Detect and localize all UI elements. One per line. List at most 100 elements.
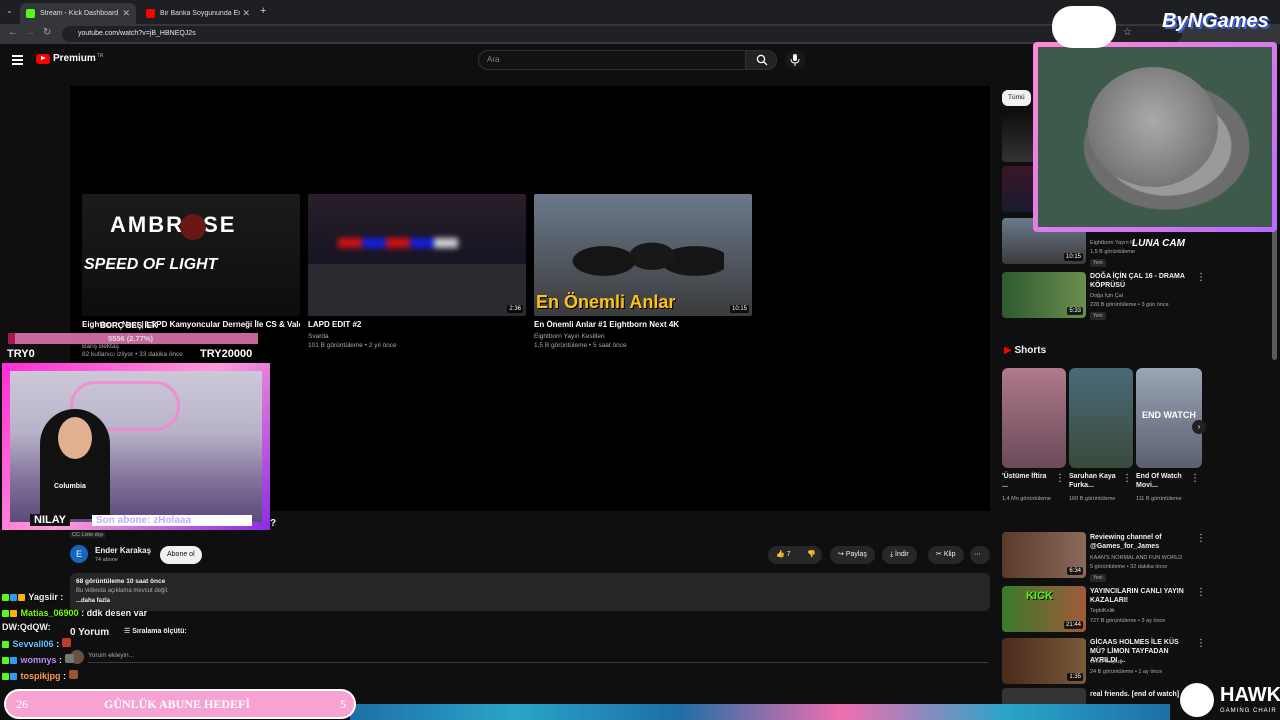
more-options-icon[interactable]: ⋮ <box>1196 587 1206 598</box>
pet-cam-frame <box>1033 42 1277 232</box>
donation-goal-min: TRY0 <box>7 348 35 360</box>
police-lights <box>338 238 458 248</box>
search-button[interactable] <box>745 50 777 70</box>
related-title[interactable]: YAYINCILARIN CANLI YAYIN KAZALARI! <box>1090 587 1195 605</box>
video-title: ? <box>270 518 277 529</box>
video-duration: 2:36 <box>507 305 523 313</box>
kick-favicon-icon <box>26 9 35 18</box>
filter-chip-all[interactable]: Tümü <box>1002 90 1031 106</box>
endscreen-video-3[interactable]: En Önemli Anlar 10:15 <box>534 194 752 316</box>
related-thumb[interactable]: 1:35 <box>1002 638 1086 684</box>
short-thumb[interactable] <box>1002 368 1066 468</box>
more-options-icon[interactable]: ⋮ <box>1055 473 1065 484</box>
related-meta: 1,5 B görüntüleme <box>1090 249 1135 255</box>
more-options-icon[interactable]: ⋮ <box>1196 272 1206 283</box>
sponsor-logo: HAWK <box>1220 684 1280 706</box>
cat-ears-decor <box>1052 6 1116 48</box>
more-options-icon[interactable]: ⋮ <box>1196 638 1206 649</box>
thumb-text: SPEED OF LIGHT <box>84 256 218 273</box>
donation-goal-fill <box>8 333 15 344</box>
street <box>308 264 526 316</box>
related-channel: TepkiKolik <box>1090 608 1115 614</box>
related-thumb[interactable]: 5:33 <box>1002 272 1086 318</box>
more-options-icon[interactable]: ⋮ <box>1190 473 1200 484</box>
short-thumb[interactable] <box>1069 368 1133 468</box>
url-field[interactable]: youtube.com/watch?v=jB_HBNEQJ2s <box>62 26 1182 42</box>
browser-tab-youtube[interactable]: Bir Banka Soygununda En Fazla ✕ <box>140 3 256 24</box>
share-icon: ↪ <box>838 551 846 558</box>
endscreen-meta: 101 B görüntüleme • 2 yıl önce <box>308 342 397 349</box>
share-button[interactable]: ↪ Paylaş <box>830 546 875 564</box>
related-thumb[interactable]: KICK 21:44 <box>1002 586 1086 632</box>
sub-goal-label: GÜNLÜK ABUNE HEDEFİ <box>104 697 251 711</box>
description-more[interactable]: ...daha fazla <box>76 598 110 604</box>
endscreen-video-1[interactable]: AMBROSE SPEED OF LIGHT <box>82 194 300 316</box>
related-meta: 24 B görüntüleme • 1 ay önce <box>1090 669 1163 675</box>
like-button[interactable]: 👍 7 👎 <box>768 546 822 564</box>
subscriber-count: 74 abone <box>95 557 118 563</box>
download-button[interactable]: ⤓ İndir <box>882 546 917 564</box>
overlay-bottom-strip <box>350 704 1170 720</box>
kick-badge-icon <box>2 641 9 648</box>
cat-figure <box>1088 67 1218 187</box>
close-tab-icon[interactable]: ✕ <box>242 8 250 19</box>
related-title[interactable]: Reviewing channel of @Games_for_James <box>1090 533 1195 551</box>
browser-tab-kick[interactable]: Stream - Kick Dashboard ✕ <box>20 3 136 24</box>
hawk-logo <box>1180 683 1214 717</box>
kick-badge-icon <box>2 594 9 601</box>
sort-button[interactable]: ☰ Sıralama ölçütü: <box>124 627 187 635</box>
thumbs-down-icon[interactable]: 👎 <box>807 546 816 564</box>
description-text: Bu videoda açıklama mevcut değil. <box>76 588 169 594</box>
tab-list-chevron-icon[interactable]: ⌄ <box>6 6 13 15</box>
more-options-icon[interactable]: ⋮ <box>1122 473 1132 484</box>
description-box[interactable] <box>70 573 990 611</box>
brand-logo: ByNGames <box>1162 10 1269 32</box>
more-options-icon[interactable]: ⋮ <box>1196 533 1206 544</box>
close-tab-icon[interactable]: ✕ <box>122 8 130 19</box>
unlisted-tag: CC Liste dışı <box>70 532 106 538</box>
emote-icon <box>64 654 74 663</box>
subscribe-button[interactable]: Abone ol <box>160 546 202 564</box>
kick-badge-icon <box>2 657 9 664</box>
youtube-premium-logo[interactable]: Premium TR <box>36 53 103 64</box>
related-meta: 727 B görüntüleme • 3 ay önce <box>1090 618 1166 624</box>
endscreen-title[interactable]: LAPD EDIT #2 <box>308 320 528 329</box>
new-tab-button[interactable]: + <box>260 5 266 17</box>
chat-message: tospikjpg : <box>2 670 78 681</box>
shorts-heading: ▶ Shorts <box>1004 345 1047 356</box>
related-channel: KAAN'S NORMAL AND FUN WORLD <box>1090 555 1183 561</box>
related-thumb[interactable]: 6:34 <box>1002 532 1086 578</box>
voice-search-button[interactable] <box>785 50 805 70</box>
last-subscriber: Son abone: zHolaaa <box>92 515 252 526</box>
short-views: 111 B görüntüleme <box>1136 496 1182 502</box>
related-title[interactable]: DOĞA İÇİN ÇAL 16 - DRAMA KÖPRÜSÜ <box>1090 272 1195 290</box>
webcam-frame: Columbia <box>2 363 270 530</box>
menu-icon[interactable] <box>12 55 23 67</box>
forward-icon[interactable]: → <box>25 27 35 38</box>
endscreen-channel: Svarda <box>308 333 329 340</box>
short-thumb[interactable]: END WATCH <box>1136 368 1202 468</box>
description-stats: 68 görüntüleme 10 saat önce <box>76 578 166 585</box>
back-icon[interactable]: ← <box>8 27 18 38</box>
short-title[interactable]: End Of Watch Movi... <box>1136 472 1186 490</box>
new-badge: Yeni <box>1090 312 1106 320</box>
chat-message: Yagsiir : <box>2 592 63 602</box>
chat-message: DW:QdQW: <box>2 622 51 632</box>
more-actions-button[interactable]: ⋯ <box>970 546 990 564</box>
search-input[interactable]: Ara <box>478 50 746 70</box>
channel-name[interactable]: Ender Karakaş <box>95 546 151 555</box>
reload-icon[interactable]: ↻ <box>43 27 51 38</box>
short-title[interactable]: Saruhan Kaya Furka... <box>1069 472 1119 490</box>
clip-button[interactable]: ✂ Klip <box>928 546 964 564</box>
comment-input[interactable]: Yorum ekleyin... <box>88 652 988 663</box>
endscreen-title[interactable]: En Önemli Anlar #1 Eightborn Next 4K <box>534 320 754 329</box>
bookmark-star-icon[interactable]: ☆ <box>1123 27 1132 38</box>
channel-avatar[interactable]: E <box>70 545 88 563</box>
shorts-next-arrow-icon[interactable]: › <box>1192 420 1206 434</box>
sub-goal-target: 5 <box>340 697 346 711</box>
endscreen-video-2[interactable]: 2:36 <box>308 194 526 316</box>
short-title[interactable]: 'Üstüme İftira ... <box>1002 472 1052 490</box>
related-meta: 228 B görüntüleme • 3 gün önce <box>1090 302 1169 308</box>
microphone-icon <box>790 54 800 66</box>
pet-cam-label: LUNA CAM <box>1132 238 1185 249</box>
